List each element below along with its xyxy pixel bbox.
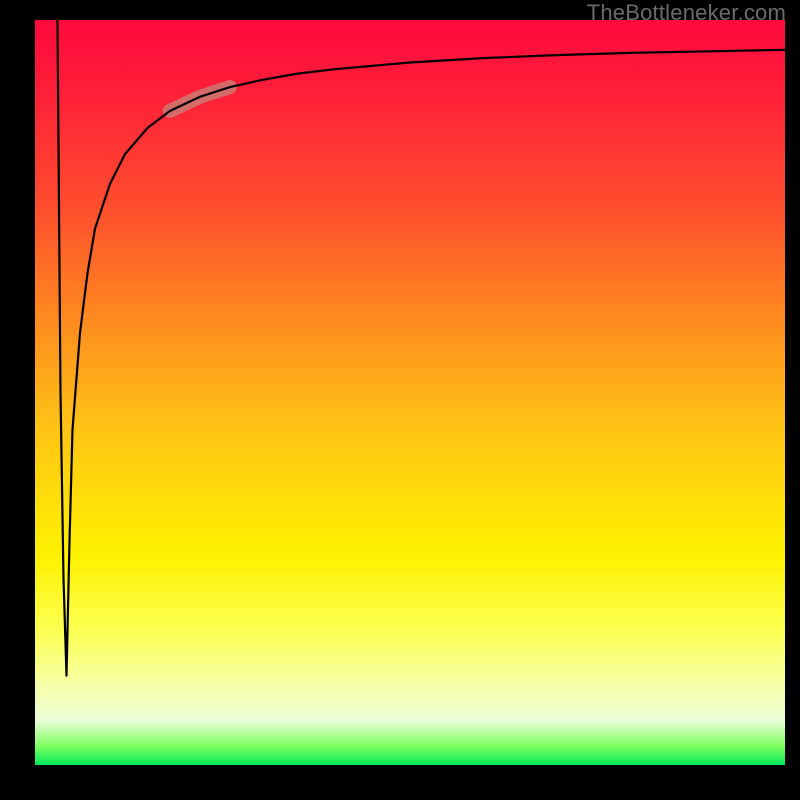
bottleneck-curve [58, 20, 786, 676]
watermark-text: TheBottleneker.com [587, 0, 786, 26]
curve-layer [35, 20, 785, 765]
plot-area [35, 20, 785, 765]
chart-container: TheBottleneker.com [0, 0, 800, 800]
